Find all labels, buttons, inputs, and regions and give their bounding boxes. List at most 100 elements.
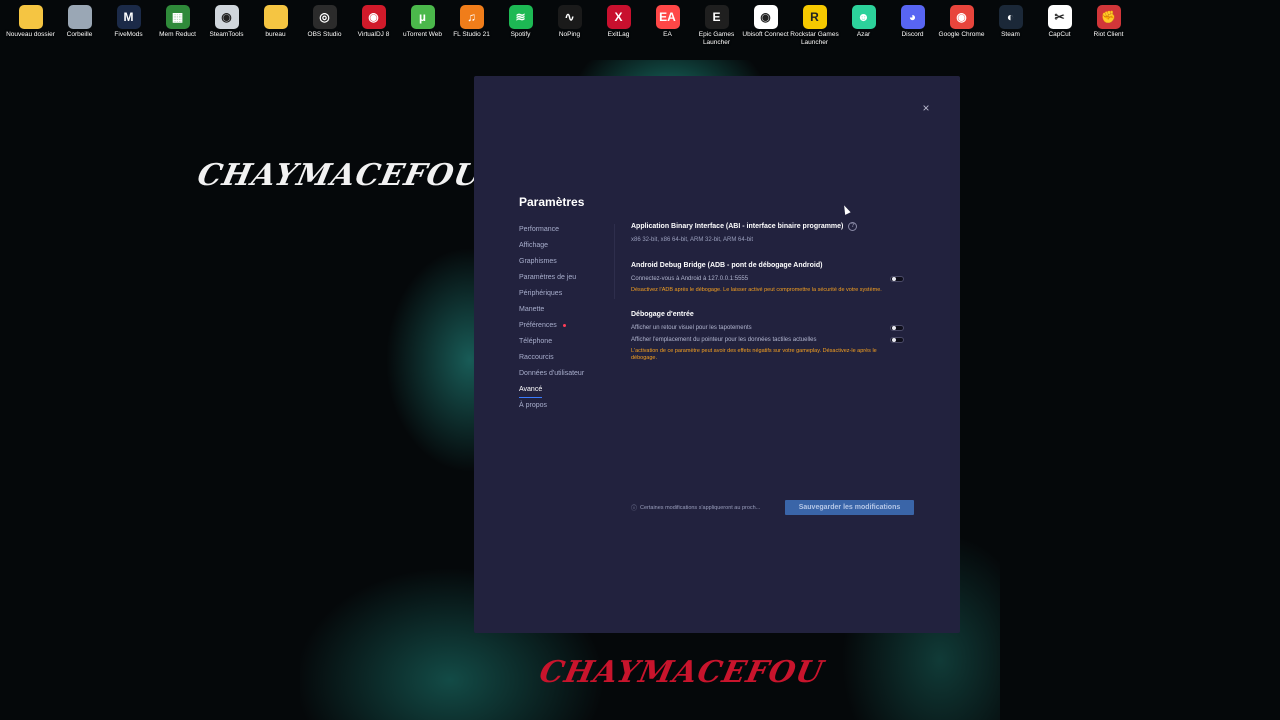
desktop-icon[interactable]: E Epic Games Launcher	[692, 4, 741, 47]
adb-title: Android Debug Bridge (ADB - pont de débo…	[631, 262, 823, 269]
nav-item[interactable]: À propos	[519, 400, 614, 416]
desktop-icon[interactable]: bureau	[251, 4, 300, 47]
nav-item[interactable]: Préférences	[519, 320, 614, 336]
nav-item-label: Manette	[519, 306, 545, 313]
settings-dialog: × Paramètres Performance Affichage Graphis…	[474, 76, 960, 633]
nav-item[interactable]: Affichage	[519, 240, 614, 256]
adb-connect-label: Connectez-vous à Android à 127.0.0.1:555…	[631, 276, 749, 282]
fl-studio-icon: ♫	[459, 5, 484, 29]
desktop-icon[interactable]: ◐ Steam	[986, 4, 1035, 47]
desktop-icon[interactable]: ∿ NoPing	[545, 4, 594, 47]
exitlag-icon: X	[606, 5, 631, 29]
nav-item[interactable]: Avancé	[519, 384, 614, 400]
ea-icon: EA	[655, 5, 680, 29]
desktop-icon[interactable]: R Rockstar Games Launcher	[790, 4, 839, 47]
obs-icon: ◎	[312, 5, 337, 29]
riot-icon: ✊	[1096, 5, 1121, 29]
desktop-icon-label: EA	[663, 31, 672, 38]
save-changes-button[interactable]: Sauvegarder les modifications	[785, 500, 914, 515]
chrome-icon: ◉	[949, 5, 974, 29]
folder-icon	[263, 5, 288, 29]
input-debug-section: Débogage d'entrée Afficher un retour vis…	[631, 311, 906, 362]
taps-feedback-toggle[interactable]	[890, 325, 904, 331]
desktop-icon[interactable]: M FiveMods	[104, 4, 153, 47]
nav-item[interactable]: Graphismes	[519, 256, 614, 272]
input-debug-warning: L'activation de ce paramètre peut avoir …	[631, 348, 877, 361]
utorrent-icon: µ	[410, 5, 435, 29]
rockstar-icon: R	[802, 5, 827, 29]
desktop-icon-label: Nouveau dossier	[6, 31, 55, 38]
desktop-icon-label: Discord	[901, 31, 924, 38]
fivemods-icon: M	[116, 5, 141, 29]
noping-icon: ∿	[557, 5, 582, 29]
nav-item[interactable]: Périphériques	[519, 288, 614, 304]
nav-item[interactable]: Performance	[519, 224, 614, 240]
virtualdj-icon: ◉	[361, 5, 386, 29]
desktop-icon-label: ExitLag	[607, 31, 630, 38]
notification-dot	[562, 324, 566, 327]
desktop-icon-label: Mem Reduct	[159, 31, 196, 38]
desktop-icon[interactable]: EA EA	[643, 4, 692, 47]
desktop-icon-label: VirtualDJ 8	[357, 31, 390, 38]
desktop-icon[interactable]: ◕ Discord	[888, 4, 937, 47]
desktop-icon[interactable]: ≋ Spotify	[496, 4, 545, 47]
nav-item-label: Périphériques	[519, 290, 563, 297]
input-debug-option-taps: Afficher un retour visuel pour les tapot…	[631, 325, 906, 331]
desktop-icon-label: FL Studio 21	[453, 31, 490, 38]
nav-item-label: Raccourcis	[519, 354, 554, 361]
desktop-icon[interactable]: ◉ VirtualDJ 8	[349, 4, 398, 47]
nav-item[interactable]: Manette	[519, 304, 614, 320]
nav-item[interactable]: Données d'utilisateur	[519, 368, 614, 384]
desktop-icon[interactable]: ◎ OBS Studio	[300, 4, 349, 47]
input-debug-option-label: Afficher un retour visuel pour les tapot…	[631, 325, 752, 331]
mem-reduct-icon: ▦	[165, 5, 190, 29]
desktop-icon-label: NoPing	[558, 31, 581, 38]
nav-item-label: Affichage	[519, 242, 549, 249]
nav-item-label: Avancé	[519, 384, 543, 398]
desktop-icon[interactable]: Nouveau dossier	[6, 4, 55, 47]
desktop-icon[interactable]: µ uTorrent Web	[398, 4, 447, 47]
nav-item[interactable]: Téléphone	[519, 336, 614, 352]
desktop-icons: Nouveau dossier Corbeille M FiveMods ▦ Mem Re…	[6, 4, 1133, 47]
desktop-icon-label: CapCut	[1048, 31, 1071, 38]
footer-note: Certaines modifications s'appliqueront a…	[640, 504, 761, 511]
spotify-icon: ≋	[508, 5, 533, 29]
nav-item-label: Données d'utilisateur	[519, 370, 585, 377]
nav-item-label: Préférences	[519, 322, 557, 329]
folder-icon	[18, 5, 43, 29]
adb-toggle[interactable]	[890, 276, 904, 282]
adb-section: Android Debug Bridge (ADB - pont de débo…	[631, 262, 906, 294]
desktop-icon[interactable]: ✂ CapCut	[1035, 4, 1084, 47]
pointer-location-toggle[interactable]	[890, 337, 904, 343]
nav-item[interactable]: Raccourcis	[519, 352, 614, 368]
page-title: Paramètres	[519, 195, 585, 209]
desktop-icon[interactable]: ♫ FL Studio 21	[447, 4, 496, 47]
input-debug-option-label: Afficher l'emplacement du pointeur pour …	[631, 337, 817, 343]
desktop-icon[interactable]: ▦ Mem Reduct	[153, 4, 202, 47]
help-icon[interactable]: ?	[848, 222, 858, 231]
desktop-icon-label: Epic Games Launcher	[698, 31, 735, 46]
steamtools-icon: ◉	[214, 5, 239, 29]
abi-value: x86 32-bit, x86 64-bit, ARM 32-bit, ARM …	[631, 237, 754, 243]
nav-item-label: À propos	[519, 402, 548, 409]
desktop-icon[interactable]: ◉ SteamTools	[202, 4, 251, 47]
input-debug-option-pointer: Afficher l'emplacement du pointeur pour …	[631, 337, 906, 343]
desktop-icon[interactable]: ◉ Google Chrome	[937, 4, 986, 47]
wallpaper-text-left: CHAYMACEFOU	[194, 158, 485, 193]
capcut-icon: ✂	[1047, 5, 1072, 29]
close-icon[interactable]: ×	[920, 102, 932, 114]
epic-games-icon: E	[704, 5, 729, 29]
desktop-icon[interactable]: ☻ Azar	[839, 4, 888, 47]
nav-item[interactable]: Paramètres de jeu	[519, 272, 614, 288]
desktop-icon-label: uTorrent Web	[403, 31, 442, 38]
recycle-bin-icon	[67, 5, 92, 29]
desktop-icon[interactable]: ◉ Ubisoft Connect	[741, 4, 790, 47]
desktop-icon[interactable]: X ExitLag	[594, 4, 643, 47]
desktop-icon-label: OBS Studio	[307, 31, 342, 38]
desktop-icon[interactable]: ✊ Riot Client	[1084, 4, 1133, 47]
desktop-icon-label: Azar	[856, 31, 871, 38]
steam-icon: ◐	[998, 5, 1023, 29]
dialog-footer: ⓘ Certaines modifications s'appliqueront…	[631, 500, 914, 515]
desktop-icon-label: FiveMods	[114, 31, 143, 38]
desktop-icon[interactable]: Corbeille	[55, 4, 104, 47]
